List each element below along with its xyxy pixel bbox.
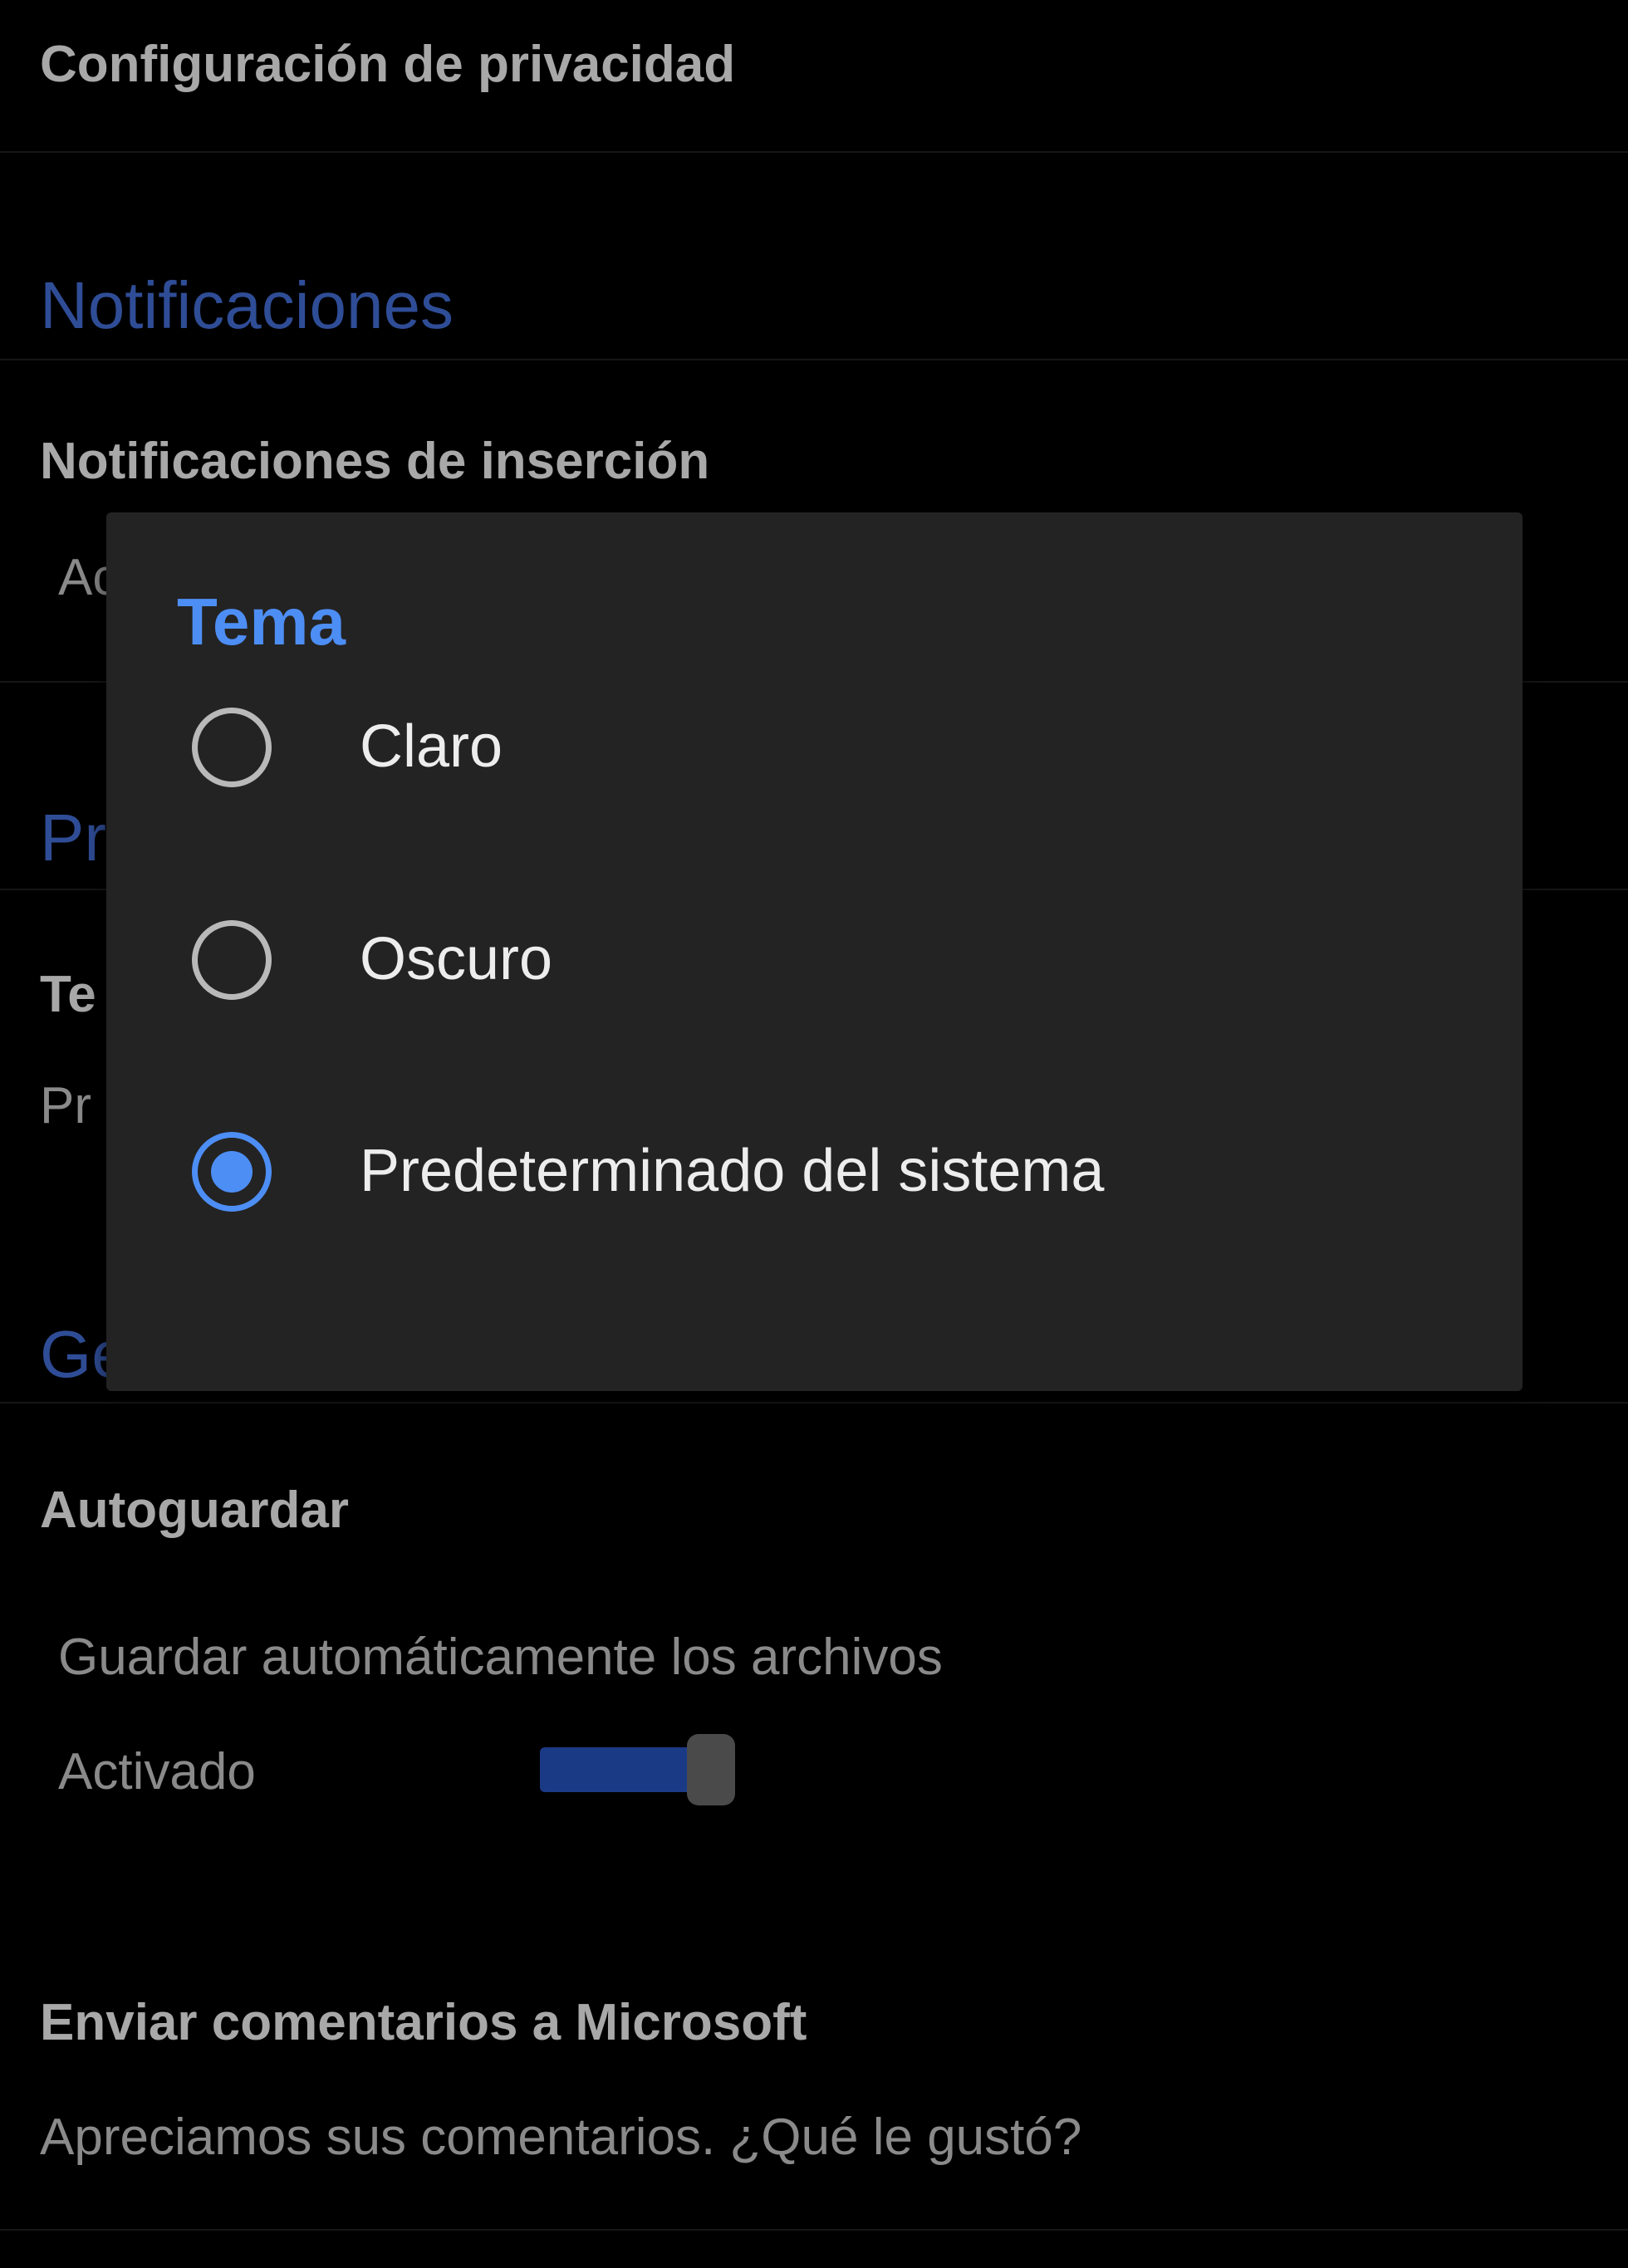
- autosave-description: Guardar automáticamente los archivos: [58, 1629, 943, 1686]
- divider: [0, 359, 1628, 360]
- theme-option-dark[interactable]: Oscuro: [106, 877, 1523, 1043]
- feedback-summary: Apreciamos sus comentarios. ¿Qué le gust…: [40, 2109, 1082, 2166]
- theme-option-system-default[interactable]: Predeterminado del sistema: [106, 1089, 1523, 1255]
- theme-item[interactable]: Te: [40, 965, 96, 1024]
- push-notifications-item[interactable]: Notificaciones de inserción: [40, 432, 709, 491]
- dialog-title: Tema: [177, 585, 346, 659]
- autosave-toggle[interactable]: [540, 1734, 735, 1805]
- screen: Configuración de privacidad Notificacion…: [0, 0, 1628, 2268]
- theme-option-light[interactable]: Claro: [106, 664, 1523, 830]
- divider: [0, 1402, 1628, 1403]
- theme-summary: Pr: [40, 1077, 91, 1134]
- section-header-preferences: Pr: [40, 801, 106, 874]
- toggle-thumb[interactable]: [687, 1734, 735, 1805]
- divider: [0, 2229, 1628, 2231]
- theme-dialog: Tema Claro Oscuro Predeterminado del sis…: [106, 512, 1523, 1391]
- radio-dot-icon: [211, 1151, 253, 1193]
- autosave-state-label: Activado: [58, 1743, 256, 1800]
- theme-option-label: Claro: [360, 713, 503, 780]
- feedback-item[interactable]: Enviar comentarios a Microsoft: [40, 1993, 807, 2052]
- privacy-settings-item[interactable]: Configuración de privacidad: [40, 35, 735, 94]
- radio-unchecked-icon[interactable]: [192, 708, 272, 787]
- divider: [0, 151, 1628, 153]
- radio-checked-icon[interactable]: [192, 1132, 272, 1212]
- radio-unchecked-icon[interactable]: [192, 920, 272, 1000]
- autosave-item[interactable]: Autoguardar: [40, 1481, 349, 1540]
- theme-option-label: Oscuro: [360, 926, 553, 992]
- theme-option-label: Predeterminado del sistema: [360, 1138, 1105, 1204]
- section-header-notifications: Notificaciones: [40, 268, 454, 342]
